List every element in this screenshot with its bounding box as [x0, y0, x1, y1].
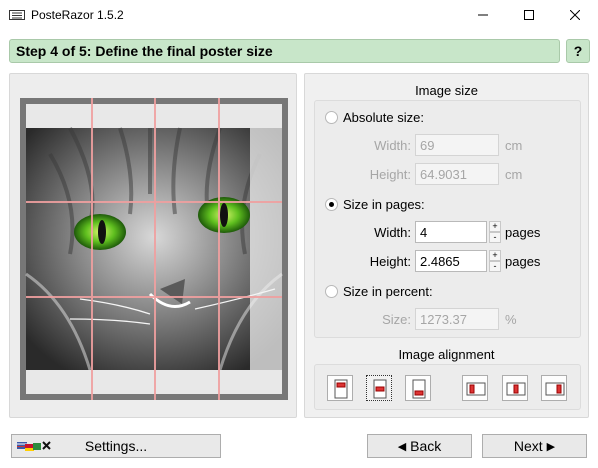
align-bottom-icon — [412, 379, 426, 399]
settings-button[interactable]: Settings... — [11, 434, 221, 458]
align-center-icon — [506, 382, 526, 396]
pages-height-label: Height: — [369, 254, 411, 269]
step-header: Step 4 of 5: Define the final poster siz… — [9, 39, 560, 63]
back-label: Back — [410, 438, 442, 454]
back-button[interactable]: ◀ Back — [367, 434, 472, 458]
percent-size-unit: % — [505, 312, 517, 327]
absolute-height-label: Height: — [369, 167, 411, 182]
language-flags-icon — [17, 441, 51, 451]
help-button[interactable]: ? — [566, 39, 590, 63]
size-in-percent-radio[interactable]: Size in percent: — [325, 284, 433, 299]
app-icon — [9, 10, 25, 20]
pages-width-label: Width: — [374, 225, 411, 240]
absolute-height-input[interactable] — [415, 163, 499, 185]
align-center-button[interactable] — [502, 375, 528, 401]
image-size-title: Image size — [415, 83, 478, 98]
percent-size-input[interactable] — [415, 308, 499, 330]
settings-label: Settings... — [84, 438, 148, 454]
pages-height-spinner[interactable]: + - — [489, 250, 501, 272]
spin-down-icon[interactable]: - — [489, 261, 501, 272]
size-in-pages-radio[interactable]: Size in pages: — [325, 197, 425, 212]
spin-down-icon[interactable]: - — [489, 232, 501, 243]
maximize-icon — [524, 10, 534, 20]
poster-preview — [9, 73, 297, 418]
absolute-size-radio-dot — [325, 111, 338, 124]
absolute-size-label: Absolute size: — [343, 110, 424, 125]
pages-height-input[interactable] — [415, 250, 487, 272]
align-bottom-button[interactable] — [405, 375, 431, 401]
image-size-group: Absolute size: Width: cm Height: cm Size… — [314, 100, 581, 338]
minimize-icon — [478, 14, 488, 16]
pages-width-unit: pages — [505, 225, 541, 240]
poster-preview-canvas — [20, 98, 288, 400]
size-in-pages-radio-dot — [325, 198, 338, 211]
align-top-icon — [334, 379, 348, 399]
arrow-right-icon: ▶ — [546, 440, 556, 453]
align-middle-button[interactable] — [366, 375, 392, 401]
spin-up-icon[interactable]: + — [489, 250, 501, 261]
size-in-percent-radio-dot — [325, 285, 338, 298]
align-left-button[interactable] — [462, 375, 488, 401]
title-bar: PosteRazor 1.5.2 — [0, 0, 598, 30]
align-right-button[interactable] — [541, 375, 567, 401]
align-middle-icon — [373, 379, 387, 399]
image-alignment-title: Image alignment — [398, 347, 495, 362]
next-label: Next — [513, 438, 543, 454]
absolute-width-label: Width: — [374, 138, 411, 153]
arrow-left-icon: ◀ — [397, 440, 407, 453]
close-button[interactable] — [552, 0, 598, 30]
close-icon — [570, 10, 580, 20]
image-alignment-group — [314, 364, 581, 410]
pages-width-spinner[interactable]: + - — [489, 221, 501, 243]
pages-height-unit: pages — [505, 254, 541, 269]
step-title: Step 4 of 5: Define the final poster siz… — [16, 43, 273, 59]
align-top-button[interactable] — [327, 375, 353, 401]
pages-width-input[interactable] — [415, 221, 487, 243]
absolute-size-radio[interactable]: Absolute size: — [325, 110, 424, 125]
size-in-pages-label: Size in pages: — [343, 197, 425, 212]
size-in-percent-label: Size in percent: — [343, 284, 433, 299]
options-panel: Image size Absolute size: Width: cm Heig… — [304, 73, 589, 418]
align-left-icon — [466, 382, 486, 396]
absolute-width-input[interactable] — [415, 134, 499, 156]
absolute-width-unit: cm — [505, 138, 523, 153]
align-right-icon — [545, 382, 565, 396]
spin-up-icon[interactable]: + — [489, 221, 501, 232]
maximize-button[interactable] — [506, 0, 552, 30]
absolute-height-unit: cm — [505, 167, 523, 182]
next-button[interactable]: Next ▶ — [482, 434, 587, 458]
percent-size-label: Size: — [382, 312, 411, 327]
window-title: PosteRazor 1.5.2 — [31, 8, 124, 22]
minimize-button[interactable] — [460, 0, 506, 30]
